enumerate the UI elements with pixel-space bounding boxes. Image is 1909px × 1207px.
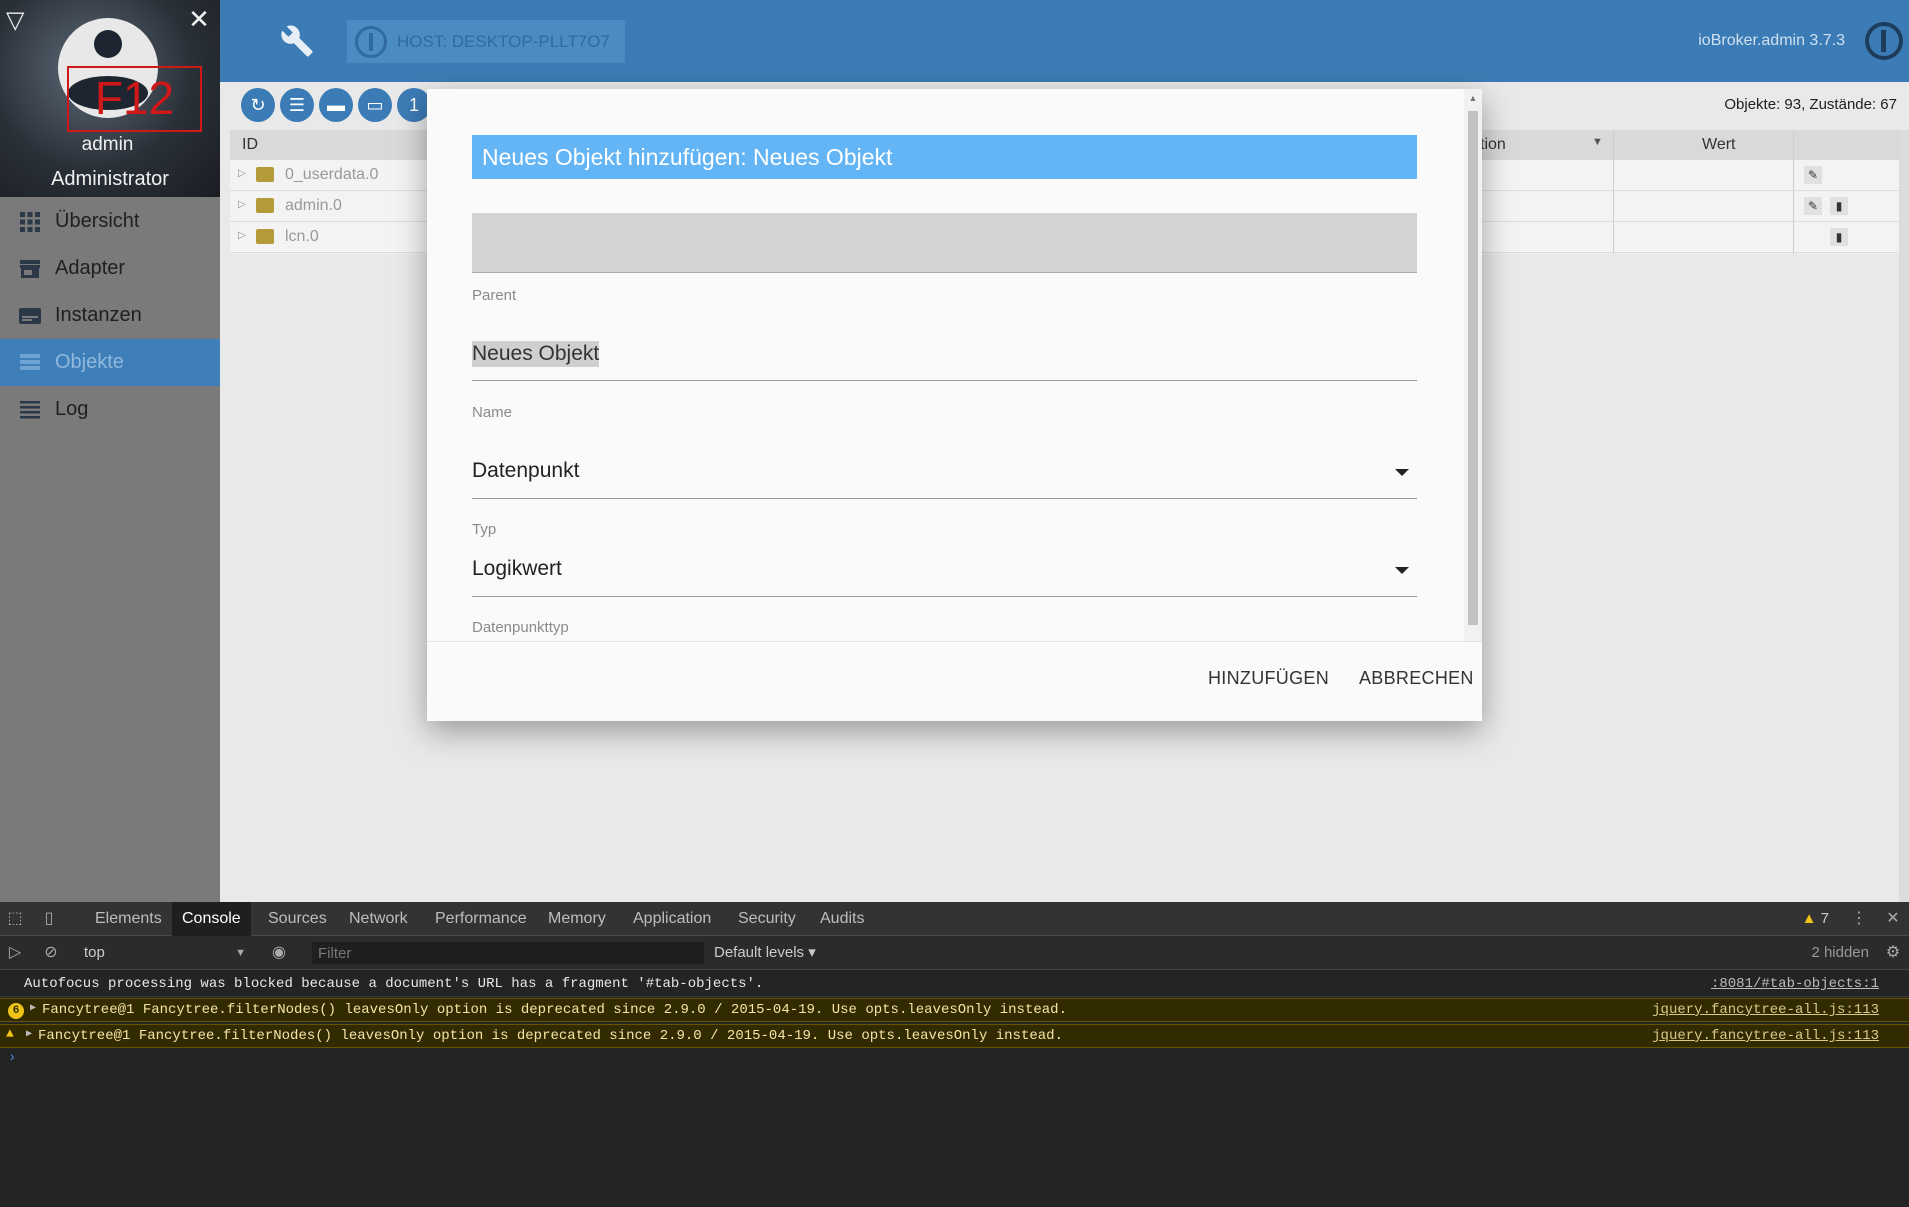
console-message-text: Autofocus processing was blocked because… [24, 976, 764, 992]
name-label: Name [472, 404, 513, 421]
settings-gear-icon[interactable]: ⚙ [1884, 944, 1902, 962]
clear-console-icon[interactable]: ⊘ [42, 944, 60, 962]
parent-label: Parent [472, 287, 517, 304]
console-message: Autofocus processing was blocked because… [0, 973, 1909, 997]
close-devtools-icon[interactable]: ✕ [1884, 910, 1902, 928]
chevron-down-icon[interactable] [1395, 567, 1409, 574]
console-warning[interactable]: ▲ ▶ Fancytree@1 Fancytree.filterNodes() … [0, 1024, 1909, 1048]
type-label: Typ [472, 521, 497, 538]
repeat-count-badge: 6 [8, 1003, 24, 1019]
console-source-link[interactable]: :8081/#tab-objects:1 [1711, 976, 1879, 992]
console-message-text: Fancytree@1 Fancytree.filterNodes() leav… [42, 1002, 1067, 1018]
warning-icon: ▲ [1801, 910, 1817, 927]
expand-arrow-icon[interactable]: ▶ [30, 1002, 36, 1014]
tab-security[interactable]: Security [728, 902, 806, 936]
datatype-label: Datenpunkttyp [472, 619, 569, 636]
dialog-scrollbar[interactable]: ▲ [1464, 89, 1482, 641]
dialog-footer: HINZUFÜGEN ABBRECHEN [427, 641, 1482, 721]
tab-elements[interactable]: Elements [85, 902, 172, 936]
log-levels-dropdown[interactable]: Default levels ▾ [714, 942, 816, 964]
eye-icon[interactable]: ◉ [270, 944, 288, 962]
console-warning[interactable]: 6 ▶ Fancytree@1 Fancytree.filterNodes() … [0, 998, 1909, 1022]
scroll-up-icon[interactable]: ▲ [1467, 93, 1479, 103]
tab-performance[interactable]: Performance [425, 902, 537, 936]
console-source-link[interactable]: jquery.fancytree-all.js:113 [1652, 1028, 1879, 1044]
expand-arrow-icon[interactable]: ▶ [26, 1028, 32, 1040]
tab-audits[interactable]: Audits [810, 902, 874, 936]
parent-field[interactable] [472, 213, 1417, 273]
tab-sources[interactable]: Sources [258, 902, 337, 936]
dialog-title: Neues Objekt hinzufügen: Neues Objekt [472, 135, 1417, 179]
console-source-link[interactable]: jquery.fancytree-all.js:113 [1652, 1002, 1879, 1018]
tab-application[interactable]: Application [623, 902, 721, 936]
type-select[interactable]: Datenpunkt [472, 443, 1417, 499]
chevron-down-icon: ▼ [235, 947, 246, 959]
cancel-button[interactable]: ABBRECHEN [1359, 668, 1474, 689]
iobroker-admin-app: ▽ ✕ F12 admin Administrator Übersicht Ad… [0, 0, 1909, 902]
chevron-down-icon[interactable] [1395, 469, 1409, 476]
type-select-value: Datenpunkt [472, 459, 580, 482]
datatype-select-value: Logikwert [472, 557, 562, 580]
dialog-body: Neues Objekt hinzufügen: Neues Objekt Pa… [427, 89, 1464, 641]
sidebar-toggle-icon[interactable]: ▷ [6, 944, 24, 962]
tab-network[interactable]: Network [339, 902, 418, 936]
hidden-count: 2 hidden [1811, 944, 1869, 961]
warning-count: 7 [1820, 910, 1829, 927]
inspect-element-icon[interactable]: ⬚ [6, 910, 24, 928]
console-message-text: Fancytree@1 Fancytree.filterNodes() leav… [38, 1028, 1063, 1044]
name-field[interactable]: Neues Objekt [472, 329, 1417, 381]
context-value: top [84, 944, 105, 961]
console-filterbar: ▷ ⊘ top ▼ ◉ Default levels ▾ 2 hidden ⚙ [0, 936, 1909, 970]
tab-memory[interactable]: Memory [538, 902, 616, 936]
console-filter-input[interactable] [312, 942, 704, 964]
page-scrollbar[interactable] [1899, 130, 1909, 902]
device-toolbar-icon[interactable]: ▯ [40, 910, 58, 928]
context-selector[interactable]: top ▼ [74, 942, 252, 964]
add-object-dialog: Neues Objekt hinzufügen: Neues Objekt Pa… [427, 89, 1482, 721]
warning-counter[interactable]: ▲ 7 [1802, 910, 1829, 927]
add-button[interactable]: HINZUFÜGEN [1208, 668, 1329, 689]
warning-icon: ▲ [6, 1026, 14, 1041]
devtools-panel: ⬚ ▯ Elements Console Sources Network Per… [0, 902, 1909, 1207]
devtools-tabbar: ⬚ ▯ Elements Console Sources Network Per… [0, 902, 1909, 936]
name-input-value[interactable]: Neues Objekt [472, 341, 600, 367]
scrollbar-thumb[interactable] [1468, 111, 1478, 625]
console-prompt-icon[interactable]: › [8, 1050, 16, 1066]
tab-console[interactable]: Console [172, 902, 251, 936]
datatype-select[interactable]: Logikwert [472, 541, 1417, 597]
more-options-icon[interactable]: ⋮ [1850, 910, 1868, 928]
